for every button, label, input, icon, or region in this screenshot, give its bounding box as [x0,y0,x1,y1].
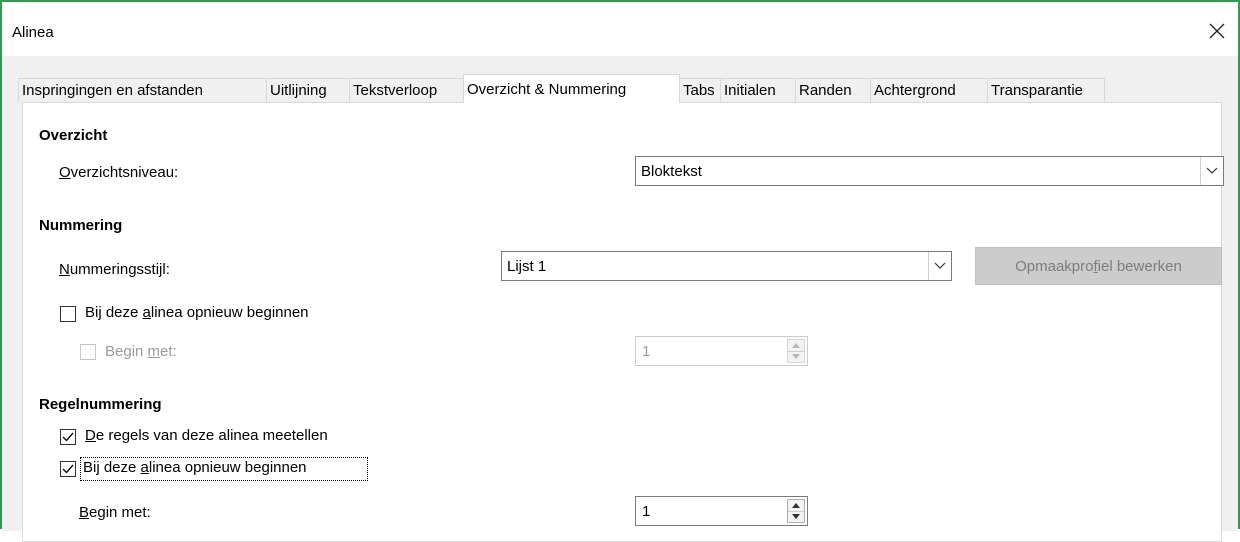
mnemonic: a [140,459,149,476]
tab-label: Achtergrond [874,82,956,99]
tab-alignment[interactable]: Uitlijning [266,78,350,102]
chevron-down-icon[interactable] [1200,157,1223,185]
outline-level-select[interactable]: Bloktekst [635,156,1224,186]
count-lines-checkbox[interactable] [60,429,76,445]
tab-transparency[interactable]: Transparantie [987,78,1105,102]
line-numbering-heading: Regelnummering [39,396,162,413]
spinner-buttons [787,339,805,363]
button-text: iel bewerken [1097,258,1182,275]
numbering-start-checkbox[interactable] [80,344,96,360]
line-start-label: Begin met: [79,504,151,521]
title-bar: Alinea [2,2,1238,56]
mnemonic: N [59,261,70,278]
numbering-style-select[interactable]: Lijst 1 [501,251,952,281]
count-lines-label[interactable]: De regels van deze alinea meetellen [85,427,328,444]
mnemonic: m [147,343,161,360]
tab-label: Randen [799,82,852,99]
mnemonic: O [59,164,71,181]
outline-level-label: Overzichtsniveau: [59,164,178,181]
button-text: Opmaakpro [1015,258,1094,275]
numbering-style-label: Nummeringsstijl: [59,261,170,278]
mnemonic: a [142,304,151,321]
tab-label: Tekstverloop [353,82,438,99]
label-text: ummeringsstijl: [69,261,170,278]
tab-outline-numbering[interactable]: Overzicht & Nummering [463,74,680,103]
spinner-value: 1 [642,343,651,360]
label-text: e regels van deze alinea meetellen [95,427,328,444]
tab-label: Initialen [724,82,776,99]
spinner-value: 1 [642,503,651,520]
select-value: Lijst 1 [507,258,547,275]
edit-style-button[interactable]: Opmaakprofiel bewerken [975,247,1222,285]
spinner-buttons [787,499,805,523]
line-restart-label[interactable]: Bij deze alinea opnieuw beginnen [83,459,307,476]
dialog-title: Alinea [12,24,54,41]
mnemonic: D [85,427,96,444]
checkmark-icon [62,464,74,474]
close-button[interactable] [1202,16,1232,46]
label-text: linea opnieuw beginnen [150,304,309,321]
label-text: egin met: [89,504,151,521]
dialog-body: Inspringingen en afstanden Uitlijning Te… [2,56,1238,542]
line-start-spinner[interactable]: 1 [635,496,808,526]
tab-label: Transparantie [991,82,1083,99]
numbering-start-spinner[interactable]: 1 [635,336,808,366]
tab-indents-spacing[interactable]: Inspringingen en afstanden [18,78,267,102]
line-restart-checkbox[interactable] [60,461,76,477]
outline-numbering-panel: Overzicht Overzichtsniveau: Bloktekst Nu… [22,102,1224,542]
tab-text-flow[interactable]: Tekstverloop [349,78,464,102]
label-text: et: [160,343,177,360]
label-text: Bij deze [83,459,141,476]
tab-drop-caps[interactable]: Initialen [720,78,796,102]
tab-tabs[interactable]: Tabs [679,78,721,102]
tab-label: Inspringingen en afstanden [22,82,203,99]
mnemonic: B [79,504,90,521]
numbering-restart-label[interactable]: Bij deze alinea opnieuw beginnen [85,304,309,321]
paragraph-dialog: Alinea Inspringingen en afstanden Uitlij… [0,0,1240,542]
label-text: Bij deze [85,304,143,321]
tab-label: Overzicht & Nummering [467,81,627,98]
label-text: verzichtsniveau: [70,164,179,181]
chevron-down-icon[interactable] [928,252,951,280]
label-text: Begin [105,343,148,360]
label-text: linea opnieuw beginnen [148,459,307,476]
numbering-restart-checkbox[interactable] [60,306,76,322]
numbering-heading: Nummering [39,217,123,234]
tab-label: Uitlijning [270,82,327,99]
tab-label: Tabs [683,82,715,99]
tab-background[interactable]: Achtergrond [870,78,988,102]
spin-down-icon[interactable] [788,351,804,362]
checkmark-icon [62,432,74,442]
spin-down-icon[interactable] [788,511,804,522]
select-value: Bloktekst [641,163,702,180]
tab-borders[interactable]: Randen [795,78,871,102]
outline-heading: Overzicht [39,127,108,144]
close-icon [1209,23,1225,39]
numbering-start-label: Begin met: [105,343,177,360]
